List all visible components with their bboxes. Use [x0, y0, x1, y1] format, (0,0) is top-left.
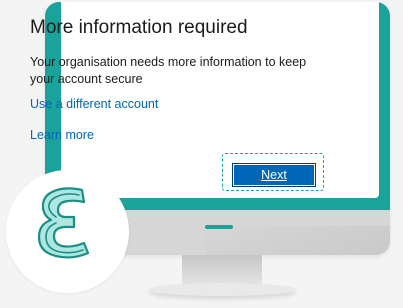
- monitor-base: [148, 283, 296, 296]
- dialog-description: Your organisation needs more information…: [30, 55, 307, 86]
- learn-more-link[interactable]: Learn more: [30, 128, 94, 142]
- use-different-account-link[interactable]: Use a different account: [30, 97, 158, 111]
- power-indicator: [205, 225, 233, 229]
- next-button[interactable]: Next: [232, 163, 316, 187]
- scene: More information required Your organisat…: [0, 0, 403, 308]
- epsilon-logo-icon: [37, 187, 90, 259]
- dialog-title: More information required: [30, 17, 248, 38]
- logo-badge: [6, 170, 129, 293]
- monitor-chin-shadow: [205, 226, 390, 255]
